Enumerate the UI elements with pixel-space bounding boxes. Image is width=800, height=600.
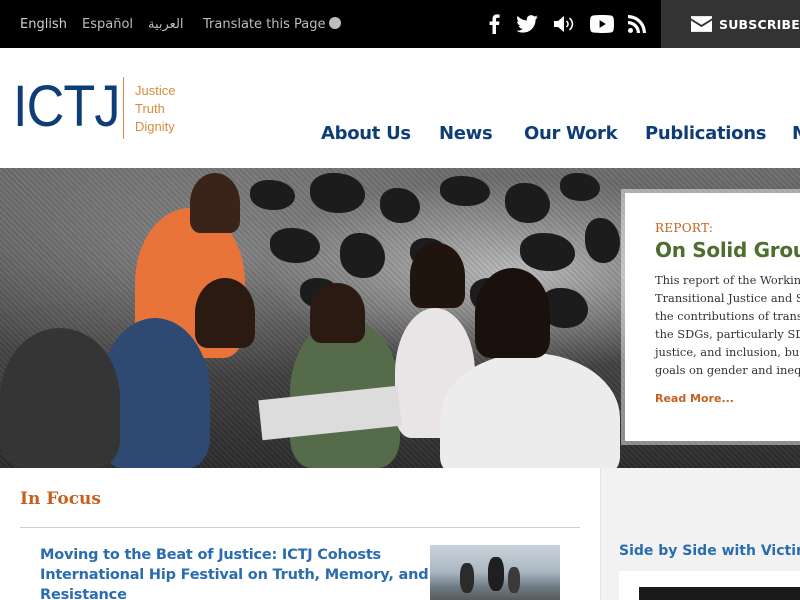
report-excerpt-line: justice, and inclusion, bu (655, 345, 800, 359)
section-divider (20, 527, 580, 528)
logo-wordmark: ICTJ (13, 74, 120, 139)
wall-stone (440, 176, 490, 206)
nav-our-work[interactable]: Our Work (524, 123, 618, 144)
nav-news[interactable]: News (439, 123, 493, 144)
translate-label: Translate this Page (203, 17, 326, 32)
sidebar-card-image (639, 587, 800, 600)
translate-dropdown-icon (329, 17, 342, 29)
report-excerpt-line: This report of the Working (655, 273, 800, 287)
nav-about-us[interactable]: About Us (321, 123, 411, 144)
person-head (310, 283, 365, 343)
report-excerpt-line: the SDGs, particularly SD (655, 327, 800, 341)
article-title-line[interactable]: International Hip Festival on Truth, Mem… (40, 567, 429, 583)
wall-stone (270, 228, 320, 263)
language-espanol-link[interactable]: Español (82, 17, 133, 32)
person-head (190, 173, 240, 233)
language-english-link[interactable]: English (20, 17, 67, 32)
twitter-icon[interactable] (515, 12, 539, 36)
wall-stone (250, 180, 295, 210)
wall-stone (380, 188, 420, 223)
rss-icon[interactable] (625, 12, 649, 36)
person-head (475, 268, 550, 358)
logo-tagline-truth: Truth (135, 101, 165, 116)
read-more-link[interactable]: Read More... (655, 392, 734, 405)
report-excerpt-line: the contributions of trans (655, 309, 800, 323)
wall-stone (505, 183, 550, 223)
report-title[interactable]: On Solid Grou (655, 238, 800, 262)
dancer-figure (460, 563, 474, 593)
wall-stone (520, 233, 575, 271)
nav-publications[interactable]: Publications (645, 123, 766, 144)
facebook-icon[interactable] (482, 12, 506, 36)
report-excerpt-line: Transitional Justice and S (655, 291, 800, 305)
envelope-icon (691, 16, 712, 32)
subscribe-button[interactable]: SUBSCRIBE (661, 0, 800, 48)
site-header (0, 48, 800, 168)
logo-tagline-justice: Justice (135, 83, 176, 98)
wall-stone (560, 173, 600, 201)
in-focus-heading: In Focus (20, 489, 101, 509)
report-kicker: REPORT: (655, 221, 714, 235)
dancer-figure (508, 567, 520, 593)
youtube-icon[interactable] (590, 12, 614, 36)
translate-page-link[interactable]: Translate this Page (203, 17, 342, 32)
utility-bar: English Español العربية Translate this P… (0, 0, 800, 48)
person-left (0, 328, 120, 468)
subscribe-label: SUBSCRIBE (719, 16, 800, 32)
nav-more-truncated[interactable]: M (792, 123, 800, 144)
person-head (410, 243, 465, 308)
person-head (195, 278, 255, 348)
language-arabic-link[interactable]: العربية (148, 17, 184, 32)
article-title-line[interactable]: Moving to the Beat of Justice: ICTJ Coho… (40, 547, 381, 563)
dancer-figure (488, 557, 504, 591)
audio-icon[interactable] (554, 12, 578, 36)
article-title-line[interactable]: Resistance (40, 587, 127, 600)
logo-divider (123, 77, 124, 139)
article-thumbnail[interactable] (430, 545, 560, 600)
report-excerpt-line: goals on gender and inequ (655, 363, 800, 377)
logo-tagline-dignity: Dignity (135, 119, 175, 134)
wall-stone (310, 173, 365, 213)
sidebar-title: Side by Side with Victims (619, 543, 800, 559)
